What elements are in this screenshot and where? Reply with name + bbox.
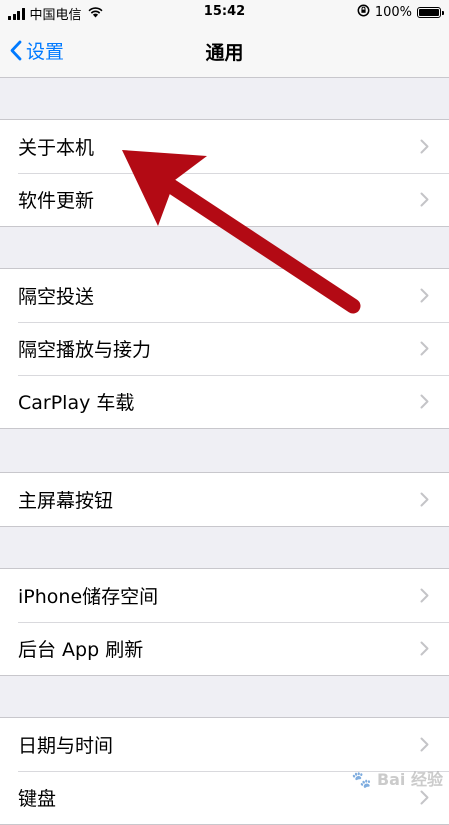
watermark: 🐾 Bai 经验 [351, 766, 443, 790]
row-label: 日期与时间 [18, 735, 114, 757]
navigation-bar: 设置 通用 [0, 26, 449, 78]
row-about[interactable]: 关于本机 [0, 120, 449, 173]
settings-group-airdrop: 隔空投送 隔空播放与接力 CarPlay 车载 [0, 268, 449, 429]
paw-logo-icon: 🐾 [351, 770, 372, 789]
watermark-text: Bai 经验 [376, 770, 443, 789]
chevron-right-icon [420, 394, 429, 409]
status-bar: 中国电信 15:42 100% [0, 0, 449, 26]
battery-percent: 100% [374, 5, 412, 20]
settings-group-home-button: 主屏幕按钮 [0, 472, 449, 527]
row-label: 键盘 [18, 788, 57, 810]
row-label: 隔空播放与接力 [18, 339, 152, 361]
battery-icon [417, 7, 444, 18]
chevron-right-icon [420, 641, 429, 656]
row-airplay-handoff[interactable]: 隔空播放与接力 [0, 322, 449, 375]
row-airdrop[interactable]: 隔空投送 [0, 269, 449, 322]
row-iphone-storage[interactable]: iPhone储存空间 [0, 569, 449, 622]
row-software-update[interactable]: 软件更新 [0, 173, 449, 226]
chevron-right-icon [420, 588, 429, 603]
row-background-app-refresh[interactable]: 后台 App 刷新 [0, 622, 449, 675]
battery-fill [419, 9, 439, 16]
chevron-right-icon [420, 790, 429, 805]
row-label: 后台 App 刷新 [18, 639, 144, 661]
chevron-right-icon [420, 139, 429, 154]
row-date-time[interactable]: 日期与时间 [0, 718, 449, 771]
settings-group-storage: iPhone储存空间 后台 App 刷新 [0, 568, 449, 676]
row-home-button[interactable]: 主屏幕按钮 [0, 473, 449, 526]
row-label: 软件更新 [18, 190, 95, 212]
row-label: 关于本机 [18, 137, 95, 159]
row-label: 主屏幕按钮 [18, 490, 114, 512]
chevron-right-icon [420, 492, 429, 507]
orientation-lock-icon [357, 4, 370, 21]
row-label: CarPlay 车载 [18, 392, 135, 414]
chevron-right-icon [420, 737, 429, 752]
settings-group-about: 关于本机 软件更新 [0, 119, 449, 227]
chevron-right-icon [420, 341, 429, 356]
chevron-right-icon [420, 288, 429, 303]
page-title: 通用 [205, 42, 244, 64]
row-label: iPhone储存空间 [18, 586, 159, 608]
row-carplay[interactable]: CarPlay 车载 [0, 375, 449, 428]
row-label: 隔空投送 [18, 286, 95, 308]
chevron-right-icon [420, 192, 429, 207]
